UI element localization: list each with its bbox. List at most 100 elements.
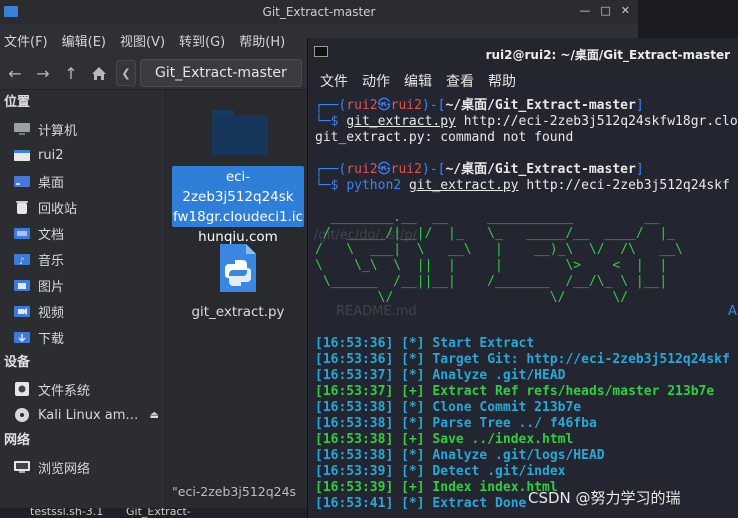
up-button[interactable]: ↑ — [58, 60, 84, 86]
sidebar-item-pictures[interactable]: 图片 — [0, 272, 165, 298]
trash-icon — [12, 199, 32, 215]
log-line: [16:53:38] [*] Parse Tree ../ f46fba — [315, 416, 597, 431]
sidebar-item-music[interactable]: ♪ 音乐 — [0, 246, 165, 272]
arrow-up-icon: ↑ — [64, 63, 78, 83]
forward-button[interactable]: → — [30, 60, 56, 86]
prompt-line: ┌──(rui2㉿rui2)-[~/桌面/Git_Extract-master] — [315, 162, 644, 177]
python-file-label[interactable]: git_extract.py — [176, 304, 300, 320]
log-line: [16:53:38] [*] Clone Commit 213b7e — [315, 400, 582, 415]
maximize-icon[interactable]: □ — [600, 4, 610, 17]
csdn-watermark: CSDN @努力学习的瑞 — [528, 489, 681, 507]
sidebar-item-label: 浏览网络 — [38, 461, 91, 477]
sidebar-header-devices: 设备 — [4, 355, 31, 370]
sidebar-item-trash[interactable]: 回收站 — [0, 194, 165, 220]
sidebar-item-browse-network[interactable]: 浏览网络 — [0, 454, 165, 480]
menu-edit[interactable]: 编辑(E) — [58, 31, 110, 50]
command-line: └─$ git_extract.py http://eci-2zeb3j512q… — [315, 114, 738, 129]
ghost-text: README.md — [336, 304, 417, 319]
banner-line: \/ \/ \/ — [315, 290, 629, 305]
videos-icon — [12, 303, 32, 319]
menu-help[interactable]: 帮助(H) — [235, 31, 289, 50]
banner-line: ________.__ __ ___________ __ — [315, 210, 660, 225]
python-file-icon[interactable] — [218, 242, 258, 294]
log-line: [16:53:36] [*] Target Git: http://eci-2z… — [315, 352, 730, 367]
sidebar-item-label: 文件系统 — [38, 383, 91, 399]
sidebar-item-label: 回收站 — [38, 201, 78, 217]
sidebar-header-places: 位置 — [4, 95, 31, 110]
sidebar-item-kali-disc[interactable]: Kali Linux am… ⏏ — [0, 402, 165, 428]
fm-window-title: Git_Extract-master — [262, 5, 376, 19]
sidebar-item-label: 下载 — [38, 331, 65, 347]
command-line: └─$ python2 git_extract.py http://eci-2z… — [315, 178, 730, 193]
banner-line: \______ /__||__| /_______ /__/\_ \ |__| — [315, 274, 668, 289]
selected-folder-label[interactable]: eci-2zeb3j512q24sk fw18gr.cloudeci1.ic h… — [172, 166, 304, 245]
log-line: [16:53:39] [*] Detect .git/index — [315, 464, 566, 479]
desktop-icon — [12, 173, 32, 189]
sidebar: 位置 计算机 rui2 桌面 回收站 文档 ♪ 音乐 图片 视频 下载 设备 文… — [0, 90, 166, 510]
music-icon: ♪ — [12, 251, 32, 267]
menu-file[interactable]: 文件(F) — [0, 31, 52, 50]
log-line: [16:53:36] [*] Start Extract — [315, 336, 535, 351]
close-icon[interactable]: ✕ — [621, 4, 630, 17]
chevron-left-icon: ❮ — [121, 66, 131, 80]
home-folder-icon — [12, 147, 32, 163]
term-menu-view[interactable]: 查看 — [446, 71, 474, 91]
status-bar: "eci-2zeb3j512q24s — [172, 484, 297, 499]
term-menu-help[interactable]: 帮助 — [488, 71, 516, 91]
fm-titlebar[interactable]: Git_Extract-master — □ ✕ — [0, 0, 638, 24]
home-button[interactable] — [86, 60, 112, 86]
sidebar-item-label: rui2 — [38, 147, 64, 163]
terminal-window[interactable]: rui2@rui2: ~/桌面/Git_Extract-master 文件 动作… — [307, 38, 738, 518]
sidebar-item-computer[interactable]: 计算机 — [0, 116, 165, 142]
banner-line: / _____/|__|/ |_ \_ _____/__ ____/ |_ — [315, 226, 676, 241]
taskbar-item[interactable]: Git_Extract- — [126, 508, 191, 518]
network-icon — [12, 459, 32, 475]
terminal-titlebar[interactable]: rui2@rui2: ~/桌面/Git_Extract-master — [308, 38, 738, 70]
term-menu-edit[interactable]: 编辑 — [404, 71, 432, 91]
banner-line: \ \_\ \ || | | \> < | | — [315, 258, 668, 273]
downloads-icon — [12, 329, 32, 345]
menu-view[interactable]: 视图(V) — [116, 31, 169, 50]
home-icon — [92, 66, 106, 80]
sidebar-item-label: 图片 — [38, 279, 65, 295]
drive-icon — [12, 381, 32, 397]
taskbar-item[interactable]: testssl.sh-3.1 — [30, 508, 103, 518]
sidebar-item-label: Kali Linux am… — [38, 407, 139, 423]
sidebar-item-videos[interactable]: 视频 — [0, 298, 165, 324]
sidebar-item-home[interactable]: rui2 — [0, 142, 165, 168]
log-line: [16:53:38] [*] Analyze .git/logs/HEAD — [315, 448, 605, 463]
terminal-menubar: 文件 动作 编辑 查看 帮助 — [308, 70, 738, 92]
file-manager-app-icon — [4, 6, 18, 17]
sidebar-item-documents[interactable]: 文档 — [0, 220, 165, 246]
sidebar-item-label: 计算机 — [38, 123, 78, 139]
banner-line: / \ ___| \ __\ | __)_\ \/ /\ __\ — [315, 242, 683, 257]
terminal-output[interactable]: /git/ec/do/..st/p/ README.md A ┌──(rui2㉿… — [308, 98, 738, 518]
sidebar-item-filesystem[interactable]: 文件系统 — [0, 376, 165, 402]
sidebar-item-label: 音乐 — [38, 253, 65, 269]
svg-text:♪: ♪ — [19, 257, 25, 266]
arrow-right-icon: → — [36, 63, 50, 83]
term-menu-file[interactable]: 文件 — [320, 71, 348, 91]
sidebar-item-label: 文档 — [38, 227, 65, 243]
terminal-window-title: rui2@rui2: ~/桌面/Git_Extract-master — [485, 47, 730, 62]
prompt-line: ┌──(rui2㉿rui2)-[~/桌面/Git_Extract-master] — [315, 98, 644, 113]
documents-icon — [12, 225, 32, 241]
folder-icon[interactable] — [212, 110, 268, 155]
arrow-left-icon: ← — [8, 63, 22, 83]
menu-go[interactable]: 转到(G) — [175, 31, 229, 50]
back-button[interactable]: ← — [2, 60, 28, 86]
sidebar-item-desktop[interactable]: 桌面 — [0, 168, 165, 194]
sidebar-item-downloads[interactable]: 下载 — [0, 324, 165, 350]
breadcrumb-current[interactable]: Git_Extract-master — [140, 59, 302, 87]
minimize-icon[interactable]: — — [579, 4, 590, 17]
sidebar-item-label: 视频 — [38, 305, 65, 321]
term-menu-action[interactable]: 动作 — [362, 71, 390, 91]
log-line: [16:53:39] [+] Index index.html — [315, 480, 558, 495]
log-line: [16:53:38] [+] Save ../index.html — [315, 432, 574, 447]
log-line: [16:53:37] [*] Analyze .git/HEAD — [315, 368, 566, 383]
pictures-icon — [12, 277, 32, 293]
breadcrumb-left-button[interactable]: ❮ — [116, 60, 136, 86]
log-line: [16:53:41] [*] Extract Done — [315, 496, 527, 511]
log-line: [16:53:37] [+] Extract Ref refs/heads/ma… — [315, 384, 715, 399]
eject-icon[interactable]: ⏏ — [150, 410, 159, 421]
